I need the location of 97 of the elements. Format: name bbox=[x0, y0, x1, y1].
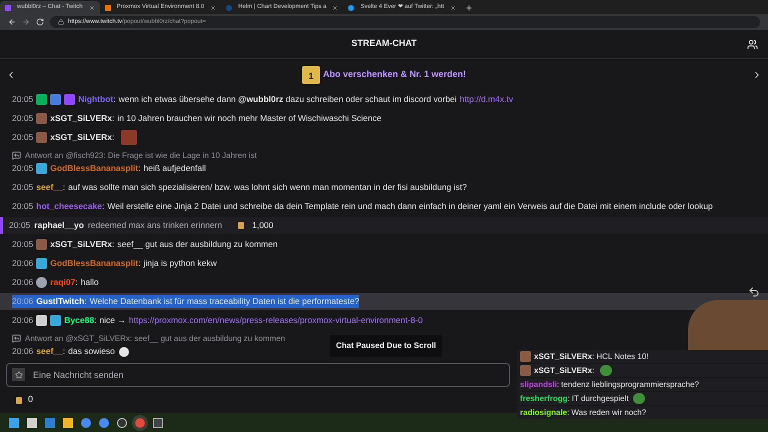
colon: : bbox=[102, 200, 106, 213]
taskbar-app-icon[interactable] bbox=[153, 418, 163, 428]
username[interactable]: GodBlessBananasplit bbox=[50, 163, 138, 173]
username[interactable]: raphael__yo bbox=[34, 219, 84, 232]
colon: : bbox=[62, 345, 66, 358]
users-icon[interactable] bbox=[747, 38, 758, 50]
message-text: seef__ gut aus der ausbildung zu kommen bbox=[117, 238, 278, 251]
message-input[interactable]: Eine Nachricht senden bbox=[6, 363, 510, 387]
colon: : bbox=[138, 162, 142, 175]
points-balance: 0 bbox=[28, 393, 34, 406]
message-text: nice → bbox=[99, 314, 126, 327]
message-link[interactable]: http://d.m4x.tv bbox=[460, 93, 514, 106]
site-icon bbox=[348, 4, 354, 10]
message-text: jinja is python kekw bbox=[144, 257, 217, 270]
colon: : bbox=[138, 257, 142, 270]
message-text: hallo bbox=[80, 276, 99, 289]
message-text: HCL Notes 10! bbox=[596, 350, 648, 362]
message-text: tendenz lieblingsprogrammiersprache? bbox=[561, 378, 699, 390]
lock-icon bbox=[58, 19, 64, 25]
colon: : bbox=[112, 238, 116, 251]
timestamp: 20:05 bbox=[9, 219, 30, 232]
colon: : bbox=[75, 276, 79, 289]
close-icon[interactable] bbox=[88, 4, 95, 10]
username[interactable]: seef__ bbox=[36, 182, 63, 192]
colon: : bbox=[112, 112, 116, 125]
message-text: auf was sollte man sich spezialisieren/ bzw. was lohnt sich wenn man momentan in der fisi ausbildung ist? bbox=[68, 181, 467, 194]
username: fresherfrogg bbox=[520, 392, 568, 404]
message-text: heiß aufjedenfall bbox=[144, 162, 206, 175]
chat-paused-notice[interactable]: Chat Paused Due to Scroll bbox=[330, 335, 442, 357]
reply-context: Antwort an @xSGT_SiLVERx: seef__ gut aus der ausbildung zu kommen bbox=[25, 332, 286, 344]
timestamp: 20:05 bbox=[12, 238, 34, 251]
username[interactable]: xSGT_SiLVERx bbox=[50, 113, 112, 123]
timestamp: 20:06 bbox=[12, 314, 34, 327]
colon: : bbox=[568, 392, 570, 404]
timestamp: 20:05 bbox=[12, 112, 34, 125]
username[interactable]: Byce88 bbox=[64, 315, 94, 325]
username: xSGT_SiLVERx bbox=[534, 350, 592, 362]
emote-image bbox=[121, 130, 138, 145]
colon: : bbox=[113, 93, 117, 106]
timestamp: 20:05 bbox=[12, 200, 34, 213]
message-link[interactable]: https://proxmox.com/en/news/press-releases/proxmox-virtual-environment-8-0 bbox=[128, 314, 423, 327]
timestamp: 20:06 bbox=[12, 276, 34, 289]
undo-arrow-icon[interactable] bbox=[748, 286, 760, 298]
star-icon[interactable] bbox=[12, 368, 25, 381]
colon: : bbox=[592, 364, 594, 376]
close-icon[interactable] bbox=[332, 4, 338, 10]
colon: : bbox=[592, 350, 594, 362]
colon: : bbox=[567, 406, 570, 418]
username[interactable]: hot_cheesecake bbox=[36, 201, 102, 211]
message-text: das sowieso bbox=[68, 345, 115, 358]
username[interactable]: seef__ bbox=[36, 346, 63, 356]
message-text: IT durchgespielt bbox=[572, 392, 629, 404]
gift-icon: 1 bbox=[302, 66, 320, 84]
username: xSGT_SiLVERx bbox=[534, 364, 592, 376]
redemption-text: redeemed max ans trinken erinnern bbox=[88, 219, 222, 232]
timestamp: 20:06 bbox=[12, 295, 36, 308]
reload-icon[interactable] bbox=[36, 18, 44, 26]
reply-icon bbox=[12, 150, 21, 160]
username: slipandsli bbox=[520, 378, 557, 390]
colon: : bbox=[94, 314, 98, 327]
username[interactable]: Nightbot bbox=[78, 94, 114, 104]
colon: : bbox=[556, 378, 560, 390]
timestamp: 20:05 bbox=[12, 162, 34, 175]
close-icon[interactable] bbox=[450, 4, 456, 10]
colon: : bbox=[112, 131, 116, 144]
colon: : bbox=[62, 181, 66, 194]
site-icon bbox=[104, 4, 111, 10]
username: radiosignale bbox=[520, 406, 568, 418]
message-text: wenn ich etwas übersehe dann @wubbl0rz dazu schreiben oder schaut im discord vorbei bbox=[118, 93, 457, 106]
username[interactable]: GustlTwitch bbox=[36, 296, 84, 306]
username[interactable]: xSGT_SiLVERx bbox=[50, 239, 112, 249]
timestamp: 20:06 bbox=[12, 345, 34, 358]
reply-context: Antwort an @fisch923: Die Frage ist wie die Lage in 10 Jahren ist bbox=[25, 150, 257, 162]
message-text: Was reden wir noch? bbox=[571, 406, 646, 418]
chat-title: STREAM-CHAT bbox=[351, 37, 417, 50]
site-icon bbox=[226, 4, 232, 10]
reply-icon bbox=[12, 334, 21, 342]
channel-points-icon bbox=[16, 396, 22, 404]
message-text: Welche Datenbank ist für mass traceability Daten ist die performateste? bbox=[90, 295, 360, 308]
close-icon[interactable] bbox=[210, 4, 216, 10]
message-text: in 10 Jahren brauchen wir noch mehr Master of Wischiwaschi Science bbox=[117, 112, 382, 125]
new-tab-icon[interactable] bbox=[465, 4, 474, 12]
channel-points-icon bbox=[238, 222, 244, 229]
site-icon bbox=[5, 4, 11, 10]
points-cost: 1,000 bbox=[252, 219, 274, 232]
timestamp: 20:06 bbox=[12, 257, 34, 270]
gift-banner-text[interactable]: Abo verschenken & Nr. 1 werden! bbox=[322, 68, 466, 82]
username[interactable]: xSGT_SiLVERx bbox=[50, 132, 112, 142]
back-icon[interactable] bbox=[8, 18, 16, 26]
colon: : bbox=[84, 295, 90, 308]
username[interactable]: raqi07 bbox=[50, 277, 76, 287]
timestamp: 20:05 bbox=[12, 181, 34, 194]
timestamp: 20:05 bbox=[12, 93, 34, 106]
timestamp: 20:05 bbox=[12, 131, 34, 144]
message-text: Weil erstelle eine Jinja 2 Datei und schreibe da dein Template rein und mach dann einfach in deiner yaml ein Verweis auf die Datei mit einem include oder lookup bbox=[107, 200, 713, 213]
username[interactable]: GodBlessBananasplit bbox=[50, 258, 138, 268]
forward-icon[interactable] bbox=[22, 18, 30, 26]
